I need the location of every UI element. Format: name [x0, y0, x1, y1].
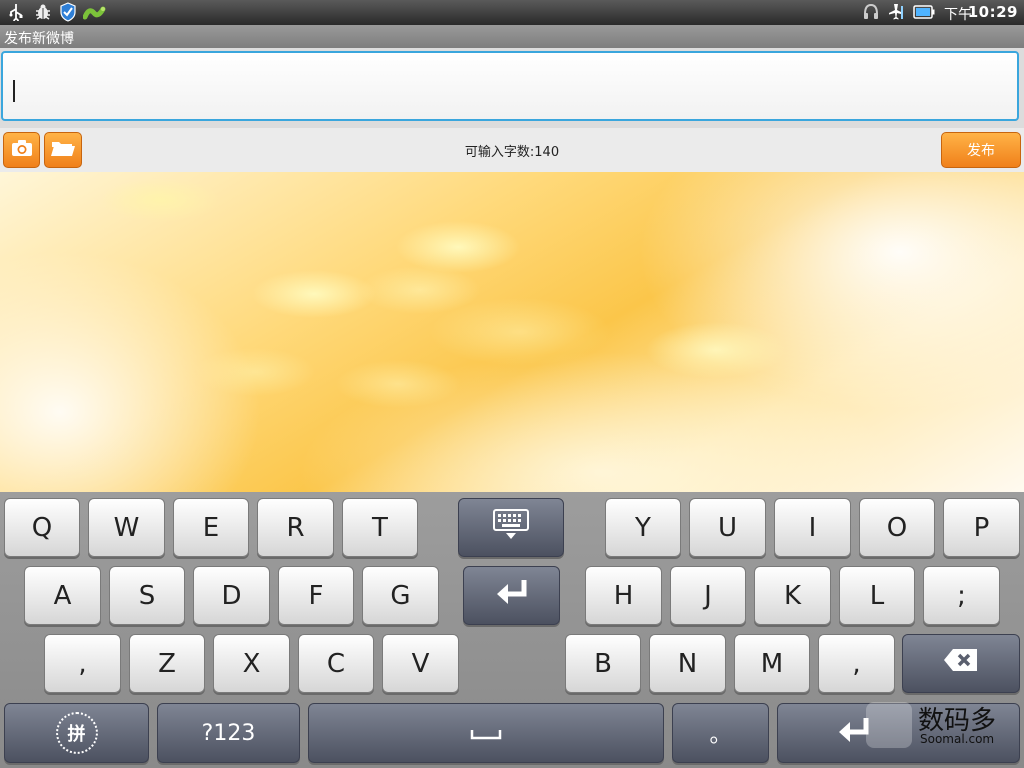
pinyin-input-key[interactable]: 拼	[4, 703, 149, 763]
key-w[interactable]: W	[88, 498, 165, 557]
watermark-logo-icon	[866, 702, 912, 748]
compose-toolbar: 可输入字数:140 发布	[0, 128, 1024, 172]
key-q[interactable]: Q	[4, 498, 80, 557]
battery-icon	[912, 2, 936, 22]
debug-bug-icon	[33, 2, 53, 22]
key-x[interactable]: X	[213, 634, 290, 693]
headset-icon	[861, 2, 881, 22]
key-d[interactable]: D	[193, 566, 270, 625]
key-r[interactable]: R	[257, 498, 334, 557]
enter-key-center[interactable]	[463, 566, 560, 625]
key-comma-right[interactable]: ,	[818, 634, 895, 693]
key-semicolon[interactable]: ;	[923, 566, 1000, 625]
weibo-text-input[interactable]	[1, 51, 1019, 121]
enter-arrow-icon	[492, 577, 532, 614]
key-b[interactable]: B	[565, 634, 641, 693]
key-i[interactable]: I	[774, 498, 851, 557]
key-y[interactable]: Y	[605, 498, 681, 557]
space-bar-icon	[470, 718, 502, 748]
key-v[interactable]: V	[382, 634, 459, 693]
key-s[interactable]: S	[109, 566, 185, 625]
airplane-signal-icon	[886, 2, 906, 22]
backspace-key[interactable]	[902, 634, 1020, 693]
key-c[interactable]: C	[298, 634, 374, 693]
key-f[interactable]: F	[278, 566, 354, 625]
key-u[interactable]: U	[689, 498, 766, 557]
key-o[interactable]: O	[859, 498, 935, 557]
pinyin-globe-icon: 拼	[55, 712, 98, 754]
backspace-icon	[942, 647, 980, 680]
text-caret	[13, 80, 15, 102]
page-title: 发布新微博	[4, 31, 74, 47]
usb-icon	[6, 2, 26, 22]
space-key[interactable]	[308, 703, 664, 763]
hide-keyboard-key[interactable]	[458, 498, 564, 557]
key-z[interactable]: Z	[129, 634, 205, 693]
key-comma-left[interactable]: ,	[44, 634, 121, 693]
compose-area	[0, 48, 1024, 128]
key-k[interactable]: K	[754, 566, 831, 625]
watermark-url: Soomal.com	[920, 732, 995, 746]
keyboard-hide-icon	[491, 507, 531, 548]
title-bar: 发布新微博	[0, 25, 1024, 48]
pinyin-label: 拼	[67, 724, 86, 745]
key-j[interactable]: J	[670, 566, 746, 625]
period-key[interactable]: 。	[672, 703, 769, 763]
key-h[interactable]: H	[585, 566, 662, 625]
publish-button[interactable]: 发布	[941, 132, 1021, 168]
wallpaper-background	[0, 172, 1024, 492]
key-e[interactable]: E	[173, 498, 249, 557]
key-t[interactable]: T	[342, 498, 418, 557]
char-count-label: 可输入字数:140	[464, 145, 560, 160]
status-bar: 下午 10:29	[0, 0, 1024, 25]
key-p[interactable]: P	[943, 498, 1020, 557]
key-a[interactable]: A	[24, 566, 101, 625]
key-m[interactable]: M	[734, 634, 810, 693]
key-g[interactable]: G	[362, 566, 439, 625]
key-l[interactable]: L	[839, 566, 915, 625]
onscreen-keyboard: Q W E R T Y U I O P A S D F G H J K L ; …	[0, 492, 1024, 768]
watermark: 数码多 Soomal.com	[866, 698, 1016, 756]
app-worm-icon	[82, 2, 108, 22]
symbols-key[interactable]: ?123	[157, 703, 300, 763]
shield-check-icon	[58, 2, 78, 22]
status-clock: 10:29	[967, 3, 1018, 21]
key-n[interactable]: N	[649, 634, 726, 693]
